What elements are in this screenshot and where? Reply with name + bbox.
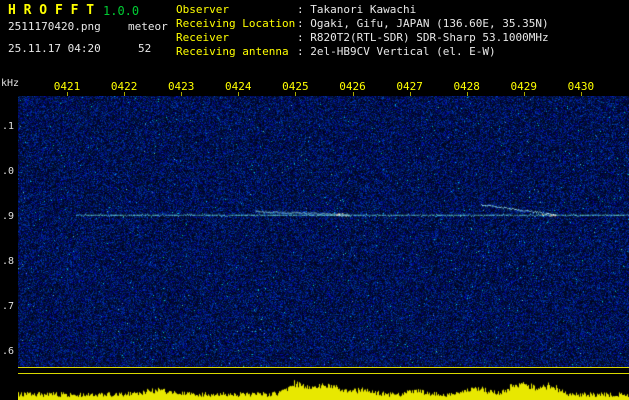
station-info-row: Observer : Takanori Kawachi bbox=[176, 3, 549, 17]
station-info-label: Receiving Location bbox=[176, 17, 296, 30]
station-info-label: Observer bbox=[176, 3, 229, 16]
power-plot-canvas bbox=[18, 375, 629, 400]
echo-count: 52 bbox=[138, 42, 152, 55]
station-info-row: Receiving Location: Ogaki, Gifu, JAPAN (… bbox=[176, 17, 549, 31]
station-info-row: Receiver : R820T2(RTL-SDR) SDR-Sharp 53.1… bbox=[176, 31, 549, 45]
y-tick-label: .6 bbox=[2, 346, 15, 357]
station-info-label: Receiving antenna bbox=[176, 45, 289, 58]
app-version: 1.0.0 bbox=[103, 4, 140, 18]
y-tick-label: .9 bbox=[2, 211, 15, 222]
hrofft-screen: H R O F F T 1.0.0 2511170420.png meteor … bbox=[0, 0, 629, 400]
station-info-value: : Ogaki, Gifu, JAPAN (136.60E, 35.35N) bbox=[297, 17, 549, 30]
header: H R O F F T 1.0.0 2511170420.png meteor … bbox=[0, 0, 629, 78]
y-tick-label: .8 bbox=[2, 256, 15, 267]
station-info-value: : 2el-HB9CV Vertical (el. E-W) bbox=[297, 45, 496, 58]
app-title: H R O F F T bbox=[8, 3, 95, 18]
station-info-value: : Takanori Kawachi bbox=[297, 3, 417, 16]
station-info-row: Receiving antenna : 2el-HB9CV Vertical (e… bbox=[176, 45, 549, 59]
threshold-line-upper bbox=[18, 367, 629, 368]
station-info-value: : R820T2(RTL-SDR) SDR-Sharp 53.1000MHz bbox=[297, 31, 549, 44]
threshold-line-lower bbox=[18, 373, 629, 374]
spectrogram-canvas bbox=[18, 96, 629, 368]
mode-label: meteor bbox=[128, 20, 168, 33]
y-tick-label: .0 bbox=[2, 166, 15, 177]
station-info-label: Receiver bbox=[176, 31, 229, 44]
y-tick-label: .1 bbox=[2, 121, 15, 132]
output-filename: 2511170420.png bbox=[8, 20, 101, 33]
y-tick-label: .7 bbox=[2, 301, 15, 312]
observation-datetime: 25.11.17 04:20 bbox=[8, 42, 101, 55]
station-info: Observer : Takanori Kawachi Receiving Loca… bbox=[176, 3, 549, 59]
y-axis-unit-label: kHz bbox=[1, 78, 20, 89]
